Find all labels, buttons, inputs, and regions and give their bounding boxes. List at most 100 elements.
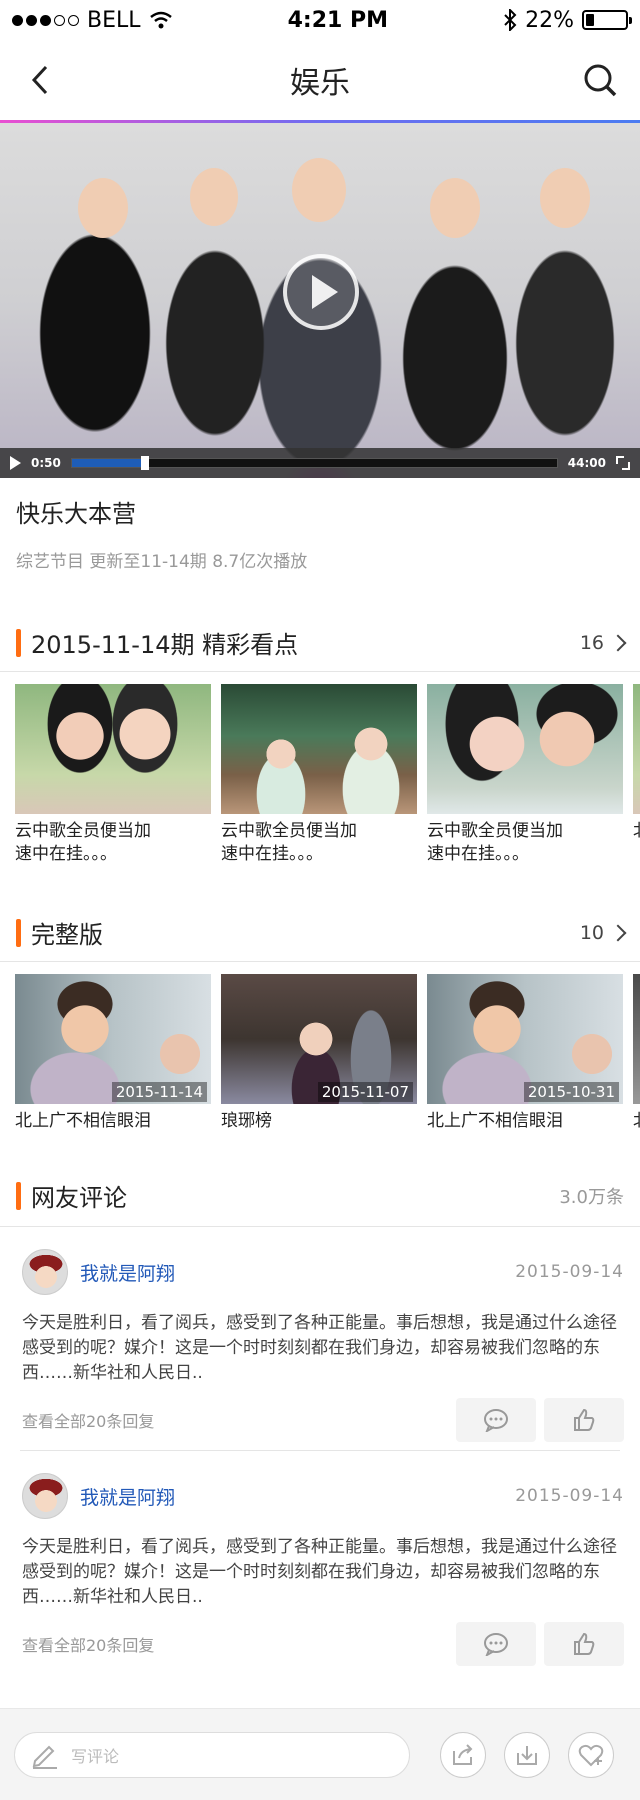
list-item[interactable]: 云中歌全员便当加速中在挂。。。 (221, 684, 417, 866)
progress-bar[interactable] (70, 456, 558, 470)
show-meta: 综艺节目 更新至11-14期 8.7亿次播放 (16, 552, 308, 572)
download-icon (517, 1745, 537, 1765)
list-item[interactable]: 北 (633, 974, 640, 1133)
pencil-icon (32, 1745, 57, 1769)
comment-username[interactable]: 我就是阿翔 (80, 1259, 175, 1286)
reply-button[interactable] (456, 1398, 536, 1442)
highlights-count: 16 (579, 631, 604, 654)
clock: 4:21 PM (287, 7, 388, 33)
full-title: 完整版 (31, 921, 103, 949)
search-button[interactable] (578, 58, 622, 102)
item-caption: 云中歌全员便当加速中在挂。。。 (427, 821, 563, 864)
avatar[interactable] (22, 1473, 68, 1519)
episode-date: 2015-10-31 (523, 1082, 619, 1102)
avatar[interactable] (22, 1249, 68, 1295)
comments-count: 3.0万条 (559, 1186, 624, 1208)
thumbs-up-icon (574, 1632, 595, 1655)
thumbnail: 2015-11-07 (221, 974, 417, 1104)
list-item[interactable]: 北 (633, 684, 640, 866)
accent-bar (16, 1181, 21, 1210)
player-controls: 0:50 44:00 (0, 448, 640, 478)
comment-input[interactable]: 写评论 (14, 1731, 410, 1778)
thumbnail (15, 684, 211, 814)
item-caption: 云中歌全员便当加速中在挂。。。 (15, 821, 151, 864)
comment-date: 2015-09-14 (515, 1486, 624, 1506)
thumbnail: 2015-11-14 (15, 974, 211, 1104)
comment-date: 2015-09-14 (515, 1262, 624, 1282)
show-info: 快乐大本营 综艺节目 更新至11-14期 8.7亿次播放 (0, 478, 640, 572)
thumbnail (427, 684, 623, 814)
play-icon[interactable] (283, 254, 359, 330)
reply-button[interactable] (456, 1622, 536, 1666)
fullscreen-icon[interactable] (616, 456, 630, 470)
view-all-replies-link[interactable]: 查看全部20条回复 (22, 1632, 154, 1656)
accent-bar (16, 918, 21, 947)
highlights-list[interactable]: 云中歌全员便当加速中在挂。。。 云中歌全员便当加速中在挂。。。 云中歌全员便当加… (0, 672, 640, 866)
wifi-icon (149, 11, 172, 29)
comment: 我就是阿翔 2015-09-14 今天是胜利日，看了阅兵，感受到了各种正能量。事… (0, 1451, 640, 1674)
item-caption: 北 (633, 820, 640, 843)
full-header[interactable]: 完整版 10 (0, 904, 640, 962)
battery-icon (581, 10, 632, 30)
like-button[interactable] (544, 1622, 624, 1666)
video-player[interactable]: 0:50 44:00 (0, 123, 640, 478)
favorite-button[interactable] (568, 1731, 614, 1778)
item-caption: 琅琊榜 (221, 1111, 272, 1131)
elapsed-time: 0:50 (31, 456, 61, 470)
thumbnail (633, 974, 640, 1104)
back-button[interactable] (18, 58, 62, 102)
progress-played (71, 459, 145, 467)
comment-text: 今天是胜利日，看了阅兵，感受到了各种正能量。事后想想，我是通过什么途径感受到的呢… (22, 1313, 617, 1383)
show-title: 快乐大本营 (16, 500, 136, 528)
bluetooth-icon (504, 9, 517, 31)
item-caption: 北上广不相信眼泪 (427, 1111, 563, 1131)
duration: 44:00 (567, 456, 606, 470)
battery-percent: 22% (525, 7, 574, 33)
episode-date: 2015-11-07 (317, 1082, 413, 1102)
comment-icon (484, 1409, 508, 1432)
comments-header: 网友评论 3.0万条 (0, 1165, 640, 1227)
thumbnail (633, 684, 640, 814)
list-item[interactable]: 2015-11-07 琅琊榜 (221, 974, 417, 1133)
share-button[interactable] (440, 1731, 486, 1778)
bottom-bar: 写评论 (0, 1708, 640, 1800)
accent-bar (16, 628, 21, 657)
comment-username[interactable]: 我就是阿翔 (80, 1483, 175, 1510)
item-caption: 北上广不相信眼泪 (15, 1111, 151, 1131)
status-bar: BELL 4:21 PM 22% (0, 0, 640, 40)
favorite-icon (578, 1744, 604, 1766)
chevron-right-icon (609, 634, 627, 651)
chevron-right-icon (609, 924, 627, 941)
comment-icon (484, 1633, 508, 1656)
carrier: BELL (87, 7, 141, 33)
comments-title: 网友评论 (31, 1184, 127, 1212)
signal-icon (12, 14, 79, 26)
thumbs-up-icon (574, 1408, 595, 1431)
thumbnail (221, 684, 417, 814)
progress-handle[interactable] (140, 456, 149, 470)
share-icon (453, 1743, 473, 1765)
item-caption: 云中歌全员便当加速中在挂。。。 (221, 821, 357, 864)
nav-bar: 娱乐 (0, 40, 640, 120)
list-item[interactable]: 2015-11-14 北上广不相信眼泪 (15, 974, 211, 1133)
comment: 我就是阿翔 2015-09-14 今天是胜利日，看了阅兵，感受到了各种正能量。事… (0, 1227, 640, 1450)
play-button[interactable] (10, 456, 21, 470)
comment-placeholder: 写评论 (71, 1746, 120, 1766)
like-button[interactable] (544, 1398, 624, 1442)
search-icon (584, 64, 617, 97)
thumbnail: 2015-10-31 (427, 974, 623, 1104)
full-list[interactable]: 2015-11-14 北上广不相信眼泪 2015-11-07 琅琊榜 2015-… (0, 962, 640, 1133)
highlights-header[interactable]: 2015-11-14期 精彩看点 16 (0, 614, 640, 672)
view-all-replies-link[interactable]: 查看全部20条回复 (22, 1408, 154, 1432)
comment-text: 今天是胜利日，看了阅兵，感受到了各种正能量。事后想想，我是通过什么途径感受到的呢… (22, 1537, 617, 1607)
download-button[interactable] (504, 1731, 550, 1778)
list-item[interactable]: 云中歌全员便当加速中在挂。。。 (15, 684, 211, 866)
item-caption: 北 (633, 1110, 640, 1133)
back-icon (31, 65, 48, 95)
list-item[interactable]: 云中歌全员便当加速中在挂。。。 (427, 684, 623, 866)
highlights-title: 2015-11-14期 精彩看点 (31, 631, 299, 659)
episode-date: 2015-11-14 (111, 1082, 207, 1102)
list-item[interactable]: 2015-10-31 北上广不相信眼泪 (427, 974, 623, 1133)
full-count: 10 (579, 921, 604, 944)
page-title: 娱乐 (290, 66, 350, 101)
